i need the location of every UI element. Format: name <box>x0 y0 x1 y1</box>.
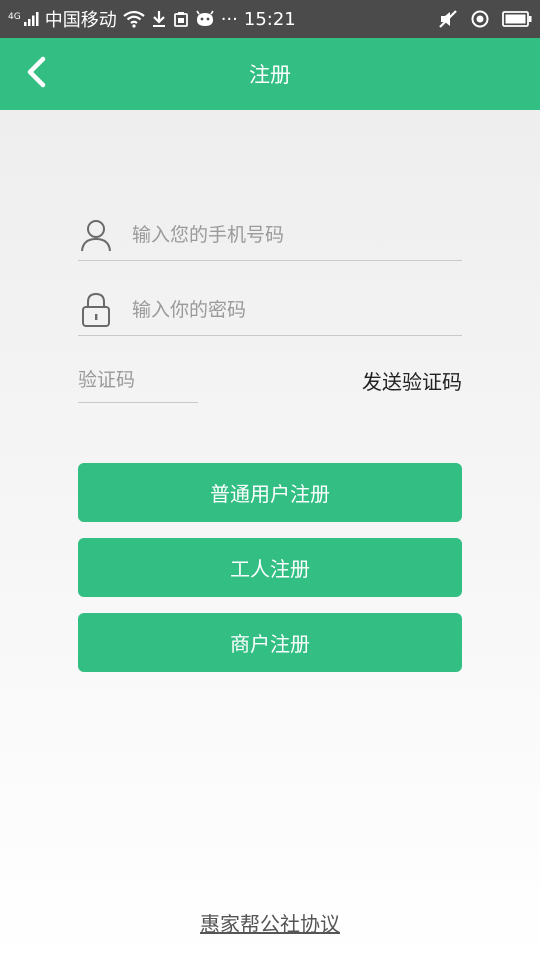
normal-user-register-button[interactable]: 普通用户注册 <box>78 463 462 522</box>
agreement-link[interactable]: 惠家帮公社协议 <box>0 908 540 937</box>
wifi-icon <box>123 10 145 28</box>
sim-icon <box>173 11 189 27</box>
signal-icon <box>23 11 39 27</box>
back-button[interactable] <box>18 56 54 92</box>
download-icon <box>151 10 167 28</box>
battery-icon <box>502 10 532 28</box>
status-bar: 4G 中国移动 ··· 15:21 <box>0 0 540 38</box>
password-field <box>78 285 462 336</box>
merchant-register-button[interactable]: 商户注册 <box>78 613 462 672</box>
more-notifications: ··· <box>220 8 238 30</box>
status-time: 15:21 <box>243 8 296 30</box>
phone-field <box>78 210 462 261</box>
verification-code-input[interactable] <box>78 358 198 402</box>
user-icon <box>78 217 114 253</box>
phone-input[interactable] <box>132 215 432 255</box>
lock-icon <box>78 292 114 328</box>
mute-icon <box>438 10 458 28</box>
android-icon <box>195 10 215 28</box>
worker-register-button[interactable]: 工人注册 <box>78 538 462 597</box>
app-bar: 注册 <box>0 38 540 110</box>
verification-code-field <box>78 358 198 403</box>
carrier-name: 中国移动 <box>44 10 117 31</box>
network-type: 4G <box>8 12 21 22</box>
password-input[interactable] <box>132 290 432 330</box>
location-icon <box>470 9 490 29</box>
page-title: 注册 <box>249 63 291 87</box>
chevron-left-icon <box>25 56 47 92</box>
send-code-button[interactable]: 发送验证码 <box>362 366 462 395</box>
